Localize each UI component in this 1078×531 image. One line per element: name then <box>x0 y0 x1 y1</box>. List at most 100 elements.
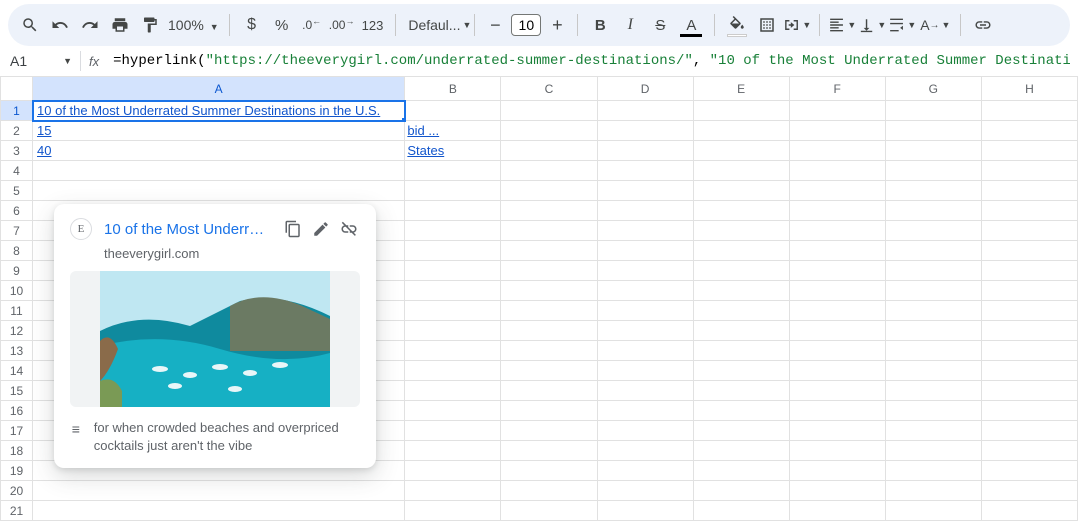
cell[interactable] <box>885 481 981 501</box>
cell[interactable] <box>597 281 693 301</box>
cell[interactable] <box>405 381 501 401</box>
row-header[interactable]: 20 <box>1 481 33 501</box>
cell[interactable] <box>501 261 597 281</box>
cell[interactable] <box>501 381 597 401</box>
cell[interactable] <box>981 441 1077 461</box>
cell[interactable] <box>789 121 885 141</box>
cell[interactable] <box>405 201 501 221</box>
cell[interactable] <box>693 281 789 301</box>
cell[interactable] <box>885 341 981 361</box>
cell[interactable] <box>501 121 597 141</box>
row-header[interactable]: 16 <box>1 401 33 421</box>
text-color-button[interactable]: A <box>676 11 706 39</box>
cell-B2[interactable]: bid ... <box>405 121 501 141</box>
bold-button[interactable]: B <box>586 11 614 39</box>
cell[interactable] <box>501 341 597 361</box>
insert-link-button[interactable] <box>969 11 997 39</box>
column-header-E[interactable]: E <box>693 77 789 101</box>
cell[interactable] <box>981 281 1077 301</box>
cell[interactable] <box>693 141 789 161</box>
row-header[interactable]: 7 <box>1 221 33 241</box>
cell[interactable] <box>885 181 981 201</box>
cell[interactable] <box>405 361 501 381</box>
cell[interactable] <box>693 501 789 521</box>
cell[interactable] <box>597 381 693 401</box>
text-wrap-button[interactable]: ▼ <box>888 11 916 39</box>
cell[interactable] <box>981 101 1077 121</box>
remove-link-icon[interactable] <box>338 218 360 240</box>
cell[interactable] <box>597 261 693 281</box>
row-header[interactable]: 10 <box>1 281 33 301</box>
cell[interactable] <box>693 401 789 421</box>
cell[interactable] <box>693 421 789 441</box>
cell[interactable] <box>693 381 789 401</box>
row-header-2[interactable]: 2 <box>1 121 33 141</box>
cell[interactable] <box>405 261 501 281</box>
cell[interactable] <box>885 381 981 401</box>
cell[interactable] <box>405 401 501 421</box>
cell[interactable] <box>981 301 1077 321</box>
formula-bar[interactable]: =hyperlink("https://theeverygirl.com/und… <box>113 53 1070 69</box>
fill-color-button[interactable] <box>723 11 751 39</box>
increase-font-button[interactable]: + <box>545 13 569 37</box>
cell[interactable] <box>405 341 501 361</box>
cell[interactable] <box>789 461 885 481</box>
cell[interactable] <box>597 401 693 421</box>
cell[interactable] <box>789 381 885 401</box>
row-header[interactable]: 17 <box>1 421 33 441</box>
cell[interactable] <box>789 341 885 361</box>
cell[interactable] <box>789 261 885 281</box>
cell[interactable] <box>597 201 693 221</box>
cell[interactable] <box>789 221 885 241</box>
cell[interactable] <box>501 181 597 201</box>
cell[interactable] <box>693 461 789 481</box>
cell[interactable] <box>693 481 789 501</box>
borders-button[interactable] <box>753 11 781 39</box>
cell[interactable] <box>597 341 693 361</box>
select-all-corner[interactable] <box>1 77 33 101</box>
cell[interactable] <box>885 421 981 441</box>
cell[interactable] <box>501 161 597 181</box>
row-header[interactable]: 12 <box>1 321 33 341</box>
cell[interactable] <box>789 241 885 261</box>
column-header-H[interactable]: H <box>981 77 1077 101</box>
cell[interactable] <box>981 381 1077 401</box>
cell[interactable] <box>981 361 1077 381</box>
redo-icon[interactable] <box>76 11 104 39</box>
selection-handle[interactable] <box>401 117 405 121</box>
cell[interactable] <box>981 461 1077 481</box>
cell[interactable] <box>501 481 597 501</box>
cell[interactable] <box>597 221 693 241</box>
cell[interactable] <box>789 181 885 201</box>
cell[interactable] <box>501 241 597 261</box>
font-family-select[interactable]: Defaul...▼ <box>404 12 466 38</box>
cell[interactable] <box>405 181 501 201</box>
cell[interactable] <box>693 261 789 281</box>
cell[interactable] <box>981 241 1077 261</box>
row-header-1[interactable]: 1 <box>1 101 33 121</box>
row-header[interactable]: 19 <box>1 461 33 481</box>
decrease-decimal-icon[interactable]: .0← <box>298 11 326 39</box>
cell[interactable] <box>501 101 597 121</box>
cell-A3[interactable]: 40 <box>33 141 405 161</box>
cell[interactable] <box>693 121 789 141</box>
zoom-level[interactable]: 100% ▼ <box>166 17 221 33</box>
cell[interactable] <box>885 501 981 521</box>
cell[interactable] <box>789 141 885 161</box>
cell-A1[interactable]: 10 of the Most Underrated Summer Destina… <box>33 101 405 121</box>
cell[interactable] <box>981 421 1077 441</box>
column-header-F[interactable]: F <box>789 77 885 101</box>
cell-A2[interactable]: 15 <box>33 121 405 141</box>
cell[interactable] <box>789 321 885 341</box>
search-icon[interactable] <box>16 11 44 39</box>
cell[interactable] <box>501 221 597 241</box>
cell[interactable] <box>33 161 405 181</box>
cell[interactable] <box>405 321 501 341</box>
row-header[interactable]: 8 <box>1 241 33 261</box>
cell[interactable] <box>789 421 885 441</box>
column-header-D[interactable]: D <box>597 77 693 101</box>
copy-link-icon[interactable] <box>282 218 304 240</box>
cell[interactable] <box>597 141 693 161</box>
cell[interactable] <box>405 221 501 241</box>
cell[interactable] <box>597 361 693 381</box>
